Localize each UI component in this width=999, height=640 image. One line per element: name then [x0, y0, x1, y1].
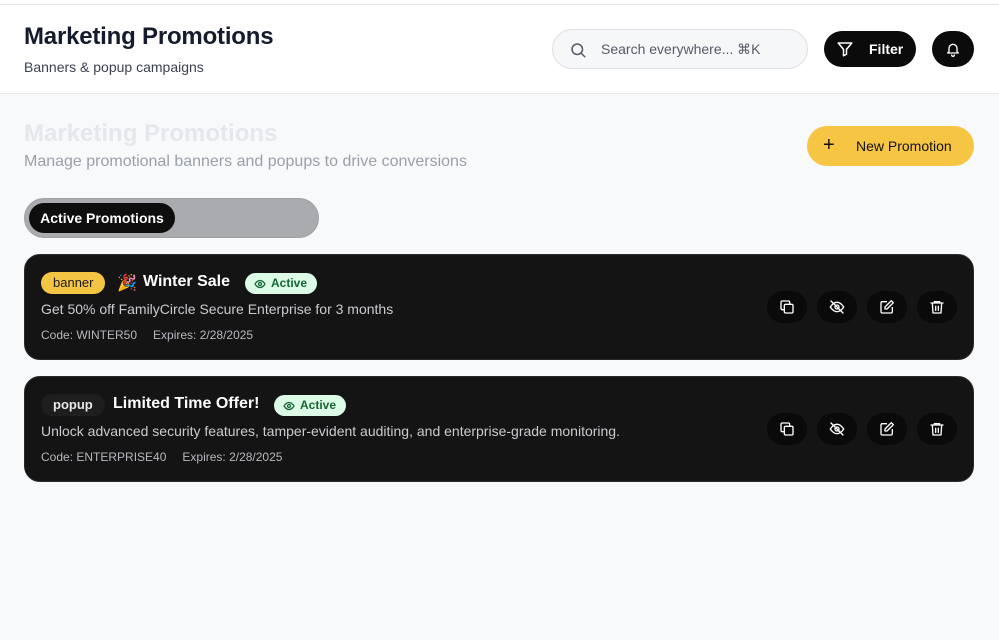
- tab-active-promotions[interactable]: Active Promotions: [29, 203, 175, 233]
- delete-button[interactable]: [917, 291, 957, 323]
- bell-icon: [947, 43, 959, 57]
- eye-off-icon: [829, 422, 845, 436]
- promotion-meta: Code: ENTERPRISE40 Expires: 2/28/2025: [41, 450, 282, 464]
- hide-button[interactable]: [817, 413, 857, 445]
- status-text: Active: [271, 276, 308, 290]
- search-input[interactable]: Search everywhere... ⌘K: [552, 29, 808, 69]
- delete-button[interactable]: [917, 413, 957, 445]
- promotion-card: popup Limited Time Offer! Active Unlock …: [24, 376, 974, 482]
- filter-icon: [837, 42, 853, 57]
- hide-button[interactable]: [817, 291, 857, 323]
- copy-icon: [780, 422, 794, 436]
- edit-button[interactable]: [867, 413, 907, 445]
- duplicate-button[interactable]: [767, 291, 807, 323]
- promotion-title: Limited Time Offer!: [113, 395, 260, 412]
- page-description: Manage promotional banners and popups to…: [24, 153, 467, 170]
- copy-icon: [780, 300, 794, 314]
- search-icon: [571, 43, 586, 58]
- header-subtitle: Banners & popup campaigns: [24, 59, 204, 75]
- page-title: Marketing Promotions: [24, 120, 278, 147]
- promotion-code: Code: ENTERPRISE40: [41, 450, 167, 464]
- eye-icon: [254, 279, 266, 289]
- filter-label: Filter: [869, 41, 904, 57]
- trash-icon: [930, 301, 944, 314]
- status-text: Active: [300, 398, 337, 412]
- eye-icon: [283, 401, 295, 411]
- promotion-meta: Code: WINTER50 Expires: 2/28/2025: [41, 328, 253, 342]
- new-promotion-button[interactable]: + New Promotion: [807, 126, 974, 166]
- new-promotion-label: New Promotion: [856, 138, 952, 154]
- status-badge: Active: [245, 273, 318, 294]
- plus-icon: +: [823, 134, 835, 156]
- eye-off-icon: [829, 300, 845, 314]
- status-badge: Active: [274, 395, 347, 416]
- promotion-code: Code: WINTER50: [41, 328, 138, 342]
- promotion-expiry: Expires: 2/28/2025: [153, 328, 254, 342]
- promotion-title: Winter Sale: [143, 273, 230, 290]
- edit-icon: [880, 300, 894, 314]
- promotion-description: Get 50% off FamilyCircle Secure Enterpri…: [41, 301, 394, 317]
- promotion-type-badge: popup: [41, 394, 105, 416]
- duplicate-button[interactable]: [767, 413, 807, 445]
- search-placeholder: Search everywhere... ⌘K: [601, 41, 761, 57]
- edit-icon: [880, 422, 894, 436]
- trash-icon: [930, 423, 944, 436]
- filter-button[interactable]: Filter: [824, 31, 916, 67]
- promotion-emoji: 🎉: [117, 275, 137, 292]
- notifications-button[interactable]: [932, 31, 974, 67]
- promotion-tabs: Active Promotions: [24, 198, 319, 238]
- promotion-description: Unlock advanced security features, tampe…: [41, 423, 620, 439]
- edit-button[interactable]: [867, 291, 907, 323]
- page-header: Marketing Promotions Banners & popup cam…: [0, 5, 999, 94]
- header-title: Marketing Promotions: [24, 23, 274, 50]
- promotion-card: banner 🎉 Winter Sale Active Get 50% off …: [24, 254, 974, 360]
- promotion-expiry: Expires: 2/28/2025: [182, 450, 283, 464]
- promotion-type-badge: banner: [41, 272, 106, 294]
